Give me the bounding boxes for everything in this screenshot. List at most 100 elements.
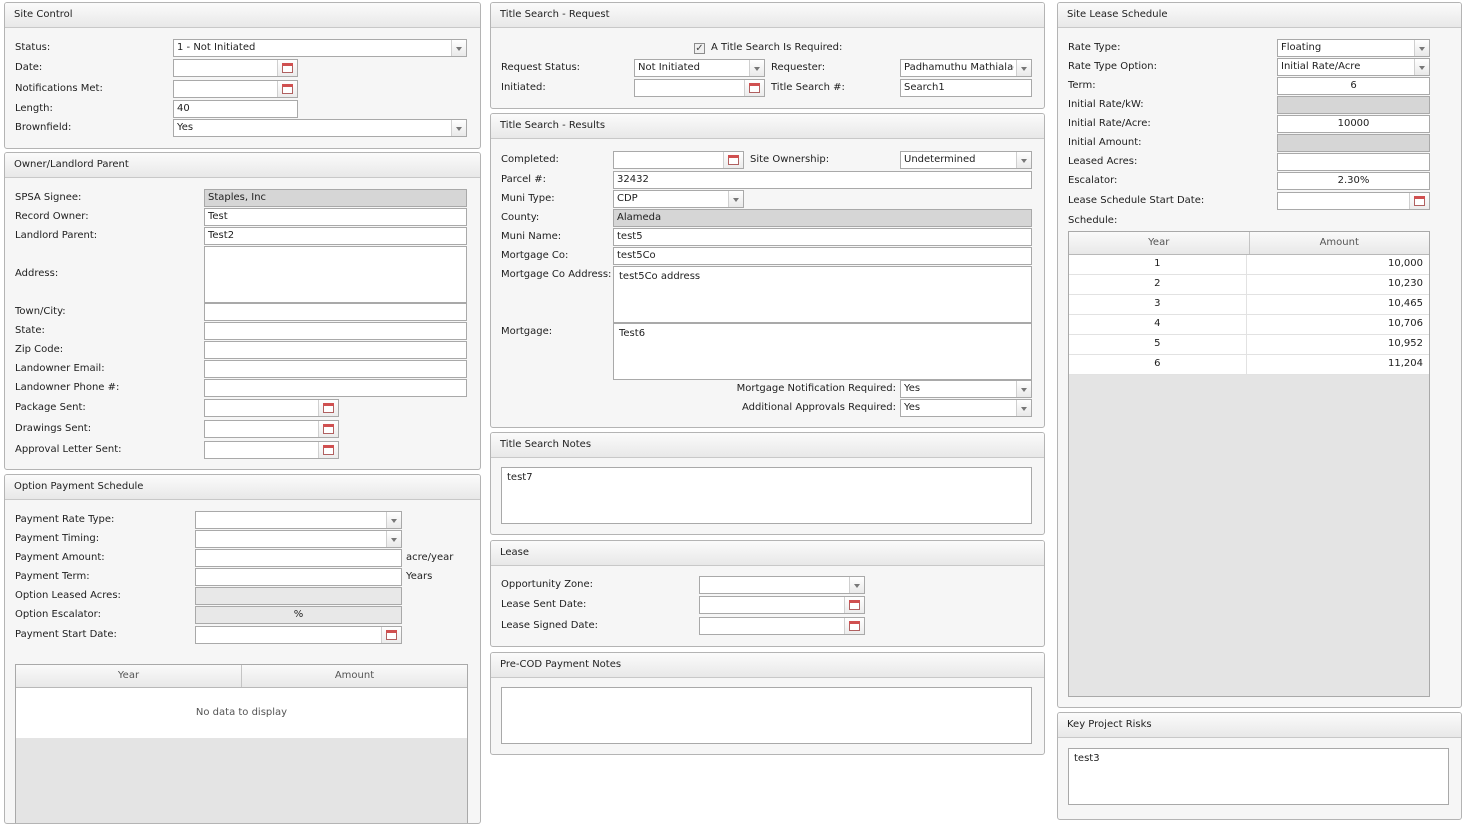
panel-title: Pre-COD Payment Notes [491,653,1044,678]
chevron-down-icon[interactable] [1414,59,1429,75]
panel-title: Title Search Notes [491,433,1044,458]
rate-type-option-dropdown[interactable]: Initial Rate/Acre [1277,58,1430,76]
requester-dropdown[interactable]: Padhamuthu Mathialagan [900,59,1032,77]
calendar-icon[interactable] [318,442,338,458]
site-ownership-dropdown[interactable]: Undetermined [900,151,1032,169]
site-lease-schedule-panel: Site Lease Schedule Rate Type: Floating … [1057,2,1462,708]
calendar-icon[interactable] [844,597,864,613]
calendar-icon[interactable] [277,60,297,76]
calendar-icon[interactable] [844,618,864,634]
title-search-number-input[interactable]: Search1 [900,79,1032,97]
mortgage-textarea[interactable]: Test6 [613,323,1032,380]
chevron-down-icon[interactable] [849,577,864,593]
rate-type-option-label: Rate Type Option: [1068,61,1157,72]
payment-amount-input[interactable] [195,549,402,567]
mortgage-notification-dropdown[interactable]: Yes [900,380,1032,398]
chevron-down-icon[interactable] [1016,60,1031,76]
additional-approvals-label: Additional Approvals Required: [741,402,896,413]
opportunity-zone-label: Opportunity Zone: [501,579,594,590]
table-row[interactable]: 5 10,952 [1069,335,1429,355]
chevron-down-icon[interactable] [386,531,401,547]
length-input[interactable]: 40 [173,100,298,118]
panel-title: Site Control [5,3,480,28]
record-owner-input[interactable]: Test [204,208,467,226]
amount-cell: 10,952 [1388,338,1423,349]
opportunity-zone-dropdown[interactable] [699,576,865,594]
chevron-down-icon[interactable] [1414,40,1429,56]
muni-type-dropdown[interactable]: CDP [613,190,744,208]
initiated-date[interactable] [634,79,765,97]
option-escalator-input[interactable]: % [195,606,402,624]
calendar-icon[interactable] [1409,193,1429,209]
panel-title: Option Payment Schedule [5,475,480,500]
additional-approvals-dropdown[interactable]: Yes [900,399,1032,417]
title-search-required-label: A Title Search Is Required: [711,42,843,53]
table-row[interactable]: 3 10,465 [1069,295,1429,315]
payment-start-date[interactable] [195,626,402,644]
chevron-down-icon[interactable] [728,191,743,207]
mortgage-co-address-textarea[interactable]: test5Co address [613,266,1032,323]
calendar-icon[interactable] [318,421,338,437]
address-textarea[interactable] [204,246,467,303]
package-sent-date[interactable] [204,399,339,417]
year-cell: 6 [1069,355,1247,374]
calendar-icon[interactable] [723,152,743,168]
phone-input[interactable] [204,379,467,397]
state-input[interactable] [204,322,467,340]
title-results-panel: Title Search - Results Completed: Site O… [490,113,1045,428]
chevron-down-icon[interactable] [1016,152,1031,168]
payment-timing-dropdown[interactable] [195,530,402,548]
rate-type-dropdown[interactable]: Floating [1277,39,1430,57]
chevron-down-icon[interactable] [1016,381,1031,397]
payment-term-input[interactable] [195,568,402,586]
brownfield-dropdown[interactable]: Yes [173,119,467,137]
chevron-down-icon[interactable] [386,512,401,528]
lease-start-date[interactable] [1277,192,1430,210]
chevron-down-icon[interactable] [749,60,764,76]
status-dropdown[interactable]: 1 - Not Initiated [173,39,467,57]
lease-signed-date[interactable] [699,617,865,635]
date-field[interactable] [173,59,298,77]
initial-rate-acre-input[interactable]: 10000 [1277,115,1430,133]
payment-rate-type-dropdown[interactable] [195,511,402,529]
request-status-dropdown[interactable]: Not Initiated [634,59,765,77]
parcel-input[interactable]: 32432 [613,171,1032,189]
column-header-amount[interactable]: Amount [1250,232,1430,254]
mortgage-co-input[interactable]: test5Co [613,247,1032,265]
calendar-icon[interactable] [318,400,338,416]
table-row[interactable]: 1 10,000 [1069,255,1429,275]
table-row[interactable]: 2 10,230 [1069,275,1429,295]
email-label: Landowner Email: [15,363,105,374]
chevron-down-icon[interactable] [451,120,466,136]
calendar-icon[interactable] [277,81,297,97]
precod-notes-textarea[interactable] [501,687,1032,744]
lease-panel: Lease Opportunity Zone: Lease Sent Date:… [490,540,1045,647]
chevron-down-icon[interactable] [451,40,466,56]
email-input[interactable] [204,360,467,378]
notifications-date-field[interactable] [173,80,298,98]
escalator-input[interactable]: 2.30% [1277,172,1430,190]
chevron-down-icon[interactable] [1016,400,1031,416]
zip-input[interactable] [204,341,467,359]
year-cell: 2 [1069,275,1247,294]
leased-acres-input[interactable] [1277,153,1430,171]
title-notes-textarea[interactable]: test7 [501,467,1032,524]
term-input[interactable]: 6 [1277,77,1430,95]
table-row[interactable]: 6 11,204 [1069,355,1429,375]
initial-rate-kw-label: Initial Rate/kW: [1068,99,1144,110]
drawings-sent-date[interactable] [204,420,339,438]
calendar-icon[interactable] [744,80,764,96]
completed-date[interactable] [613,151,744,169]
title-search-required-checkbox[interactable]: ✓ [694,43,705,54]
calendar-icon[interactable] [381,627,401,643]
muni-name-input[interactable]: test5 [613,228,1032,246]
table-row[interactable]: 4 10,706 [1069,315,1429,335]
lease-sent-date[interactable] [699,596,865,614]
key-risks-textarea[interactable]: test3 [1068,748,1449,805]
town-input[interactable] [204,303,467,321]
landlord-parent-input[interactable]: Test2 [204,227,467,245]
column-header-year[interactable]: Year [16,665,242,687]
column-header-year[interactable]: Year [1069,232,1250,254]
column-header-amount[interactable]: Amount [242,665,467,687]
approval-sent-date[interactable] [204,441,339,459]
